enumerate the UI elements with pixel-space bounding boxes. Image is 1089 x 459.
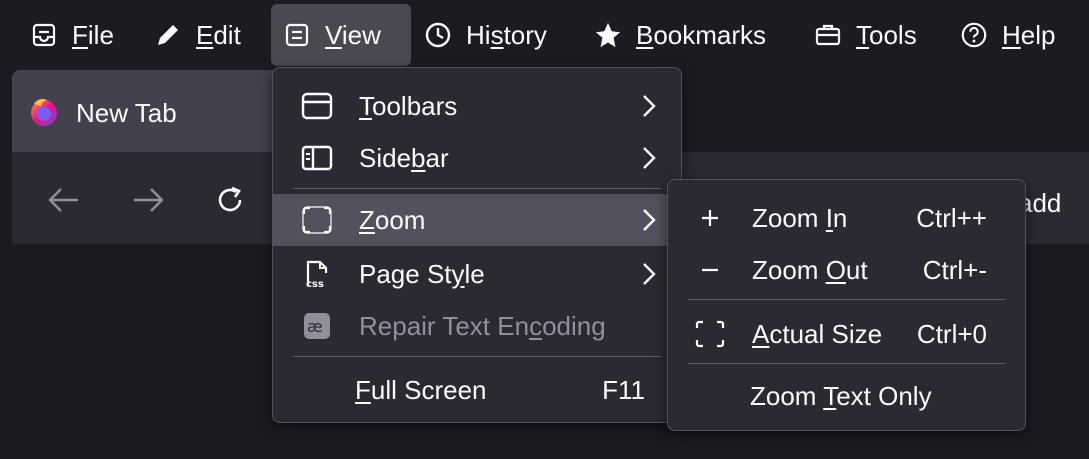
toolbox-icon [814, 21, 842, 49]
menu-item-zoom-text-only[interactable]: Zoom Text Only [668, 370, 1025, 422]
minus-icon [694, 254, 726, 286]
menu-item-toolbars[interactable]: Toolbars [273, 80, 681, 132]
menu-item-zoom-in[interactable]: Zoom In Ctrl++ [668, 192, 1025, 244]
menu-separator [293, 188, 661, 189]
menu-item-repair-text-encoding[interactable]: æ Repair Text Encoding [273, 300, 681, 352]
css-icon: css [301, 258, 333, 290]
menu-item-sidebar[interactable]: Sidebar [273, 132, 681, 184]
help-icon [960, 21, 988, 49]
shortcut-label: Ctrl+0 [916, 318, 987, 349]
file-icon [30, 21, 58, 49]
menu-item-zoom[interactable]: Zoom [273, 194, 681, 246]
menu-help[interactable]: Help [958, 4, 1078, 66]
menu-bookmarks[interactable]: Bookmarks [588, 4, 788, 66]
forward-arrow-icon [134, 188, 164, 212]
menu-separator [688, 299, 1005, 300]
menu-separator [688, 363, 1005, 364]
back-button[interactable] [42, 178, 86, 222]
chevron-right-icon [639, 260, 659, 288]
forward-button[interactable] [126, 178, 170, 222]
shortcut-label: Ctrl++ [916, 202, 987, 233]
actual-size-icon [694, 318, 726, 350]
clock-icon [424, 21, 452, 49]
zoom-submenu: Zoom In Ctrl++ Zoom Out Ctrl+- Actual Si… [667, 179, 1026, 431]
menu-history[interactable]: History [418, 4, 568, 66]
tab-title: New Tab [76, 98, 177, 128]
chevron-right-icon [639, 206, 659, 234]
reload-button[interactable] [208, 178, 252, 222]
star-icon [594, 21, 622, 49]
tab-new-tab[interactable]: New Tab [12, 70, 312, 152]
menu-tools[interactable]: Tools [810, 4, 940, 66]
menu-separator [293, 356, 661, 357]
plus-icon [694, 202, 726, 234]
menu-view[interactable]: View [271, 4, 411, 66]
shortcut-label: F11 [602, 374, 645, 405]
menu-item-full-screen[interactable]: Full Screen F11 [273, 364, 681, 416]
reload-icon [218, 186, 242, 212]
chevron-right-icon [639, 144, 659, 172]
view-icon [283, 21, 311, 49]
back-arrow-icon [48, 188, 78, 212]
firefox-icon [28, 96, 60, 128]
svg-text:æ: æ [307, 317, 323, 336]
menu-item-page-style[interactable]: css Page Style [273, 248, 681, 300]
sidebar-icon [301, 142, 333, 174]
toolbars-icon [301, 90, 333, 122]
menu-edit[interactable]: Edit [148, 4, 258, 66]
shortcut-label: Ctrl+- [922, 254, 987, 285]
svg-text:css: css [306, 279, 324, 289]
menu-item-zoom-out[interactable]: Zoom Out Ctrl+- [668, 244, 1025, 296]
chevron-right-icon [639, 92, 659, 120]
view-menu: Toolbars Sidebar Zoom css Page Style æ R… [272, 67, 682, 423]
menu-bar: File Edit View History Bookmarks Tools H… [0, 0, 1089, 70]
url-bar[interactable]: add [1018, 178, 1089, 228]
pencil-icon [154, 21, 182, 49]
zoom-icon [301, 204, 333, 236]
menu-file[interactable]: File [20, 4, 130, 66]
text-encoding-icon: æ [301, 310, 333, 342]
menu-item-actual-size[interactable]: Actual Size Ctrl+0 [668, 308, 1025, 360]
